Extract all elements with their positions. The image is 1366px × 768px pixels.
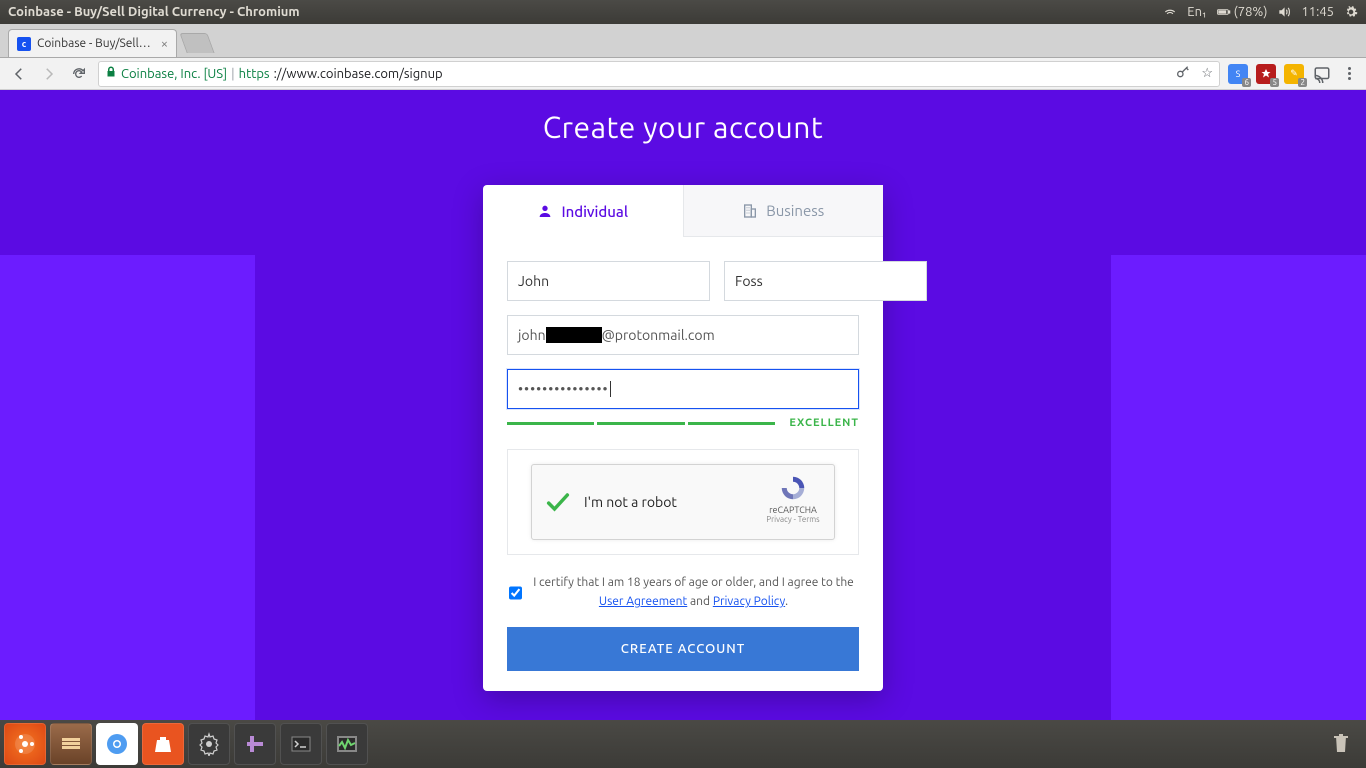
lock-icon <box>105 66 117 81</box>
browser-tab-active[interactable]: c Coinbase - Buy/Sell… × <box>8 29 177 57</box>
os-launcher <box>0 720 1366 768</box>
extension-icons: S6 5 ✎2 <box>1228 64 1332 84</box>
user-agreement-link[interactable]: User Agreement <box>599 595 687 608</box>
os-menubar: Coinbase - Buy/Sell Digital Currency - C… <box>0 0 1366 24</box>
files-icon[interactable] <box>50 723 92 765</box>
keyboard-lang[interactable]: En₁ <box>1187 5 1206 19</box>
tab-individual-label: Individual <box>561 203 628 220</box>
captcha-container: I'm not a robot reCAPTCHA Privacy - Term… <box>507 449 859 555</box>
extension-1[interactable]: S6 <box>1228 64 1248 84</box>
url-path: ://www.coinbase.com/signup <box>274 67 443 81</box>
extension-3[interactable]: ✎2 <box>1284 64 1304 84</box>
page-title: Create your account <box>0 90 1366 144</box>
decorative-right-block <box>1111 255 1366 720</box>
building-icon <box>742 203 758 219</box>
tab-individual[interactable]: Individual <box>483 185 683 237</box>
tab-close-icon[interactable]: × <box>161 37 168 51</box>
page-viewport: Create your account Individual Business … <box>0 90 1366 720</box>
new-tab-button[interactable] <box>179 33 214 53</box>
age-certify-row: I certify that I am 18 years of age or o… <box>507 573 859 611</box>
privacy-policy-link[interactable]: Privacy Policy <box>713 595 785 608</box>
gear-icon[interactable] <box>1344 5 1358 19</box>
tab-business[interactable]: Business <box>683 185 884 237</box>
dash-icon[interactable] <box>4 723 46 765</box>
recaptcha-widget[interactable]: I'm not a robot reCAPTCHA Privacy - Term… <box>531 464 835 540</box>
chromium-icon[interactable] <box>96 723 138 765</box>
signup-form: john@protonmail.com ••••••••••••••• EXCE… <box>483 237 883 691</box>
recaptcha-logo: reCAPTCHA Privacy - Terms <box>762 473 824 524</box>
tab-business-label: Business <box>766 202 824 219</box>
last-name-field[interactable] <box>724 261 927 301</box>
browser-toolbar: Coinbase, Inc. [US] | https://www.coinba… <box>0 58 1366 90</box>
captcha-checkmark-icon <box>544 488 572 516</box>
browser-tabstrip: c Coinbase - Buy/Sell… × <box>0 24 1366 58</box>
back-button[interactable] <box>8 63 30 85</box>
window-title: Coinbase - Buy/Sell Digital Currency - C… <box>8 5 1163 19</box>
email-field[interactable]: john@protonmail.com <box>507 315 859 355</box>
account-type-tabs: Individual Business <box>483 185 883 237</box>
cast-icon[interactable] <box>1312 64 1332 84</box>
wifi-icon[interactable] <box>1163 5 1177 19</box>
extension-2[interactable]: 5 <box>1256 64 1276 84</box>
decorative-left-block <box>0 255 255 720</box>
settings-app-icon[interactable] <box>188 723 230 765</box>
clock[interactable]: 11:45 <box>1301 5 1334 19</box>
text-cursor <box>610 381 611 397</box>
software-store-icon[interactable] <box>142 723 184 765</box>
chrome-menu-icon[interactable] <box>1340 67 1358 80</box>
forward-button[interactable] <box>38 63 60 85</box>
key-icon[interactable] <box>1175 64 1191 83</box>
strength-bar <box>507 422 775 425</box>
address-bar[interactable]: Coinbase, Inc. [US] | https://www.coinba… <box>98 61 1220 87</box>
redacted-block <box>546 327 602 343</box>
volume-icon[interactable] <box>1277 5 1291 19</box>
captcha-label: I'm not a robot <box>584 494 677 510</box>
certify-checkbox[interactable] <box>509 575 522 611</box>
password-field[interactable]: ••••••••••••••• <box>507 369 859 409</box>
signup-card: Individual Business john@protonmail.com … <box>483 185 883 691</box>
app-icon-6[interactable] <box>234 723 276 765</box>
strength-label: EXCELLENT <box>789 417 859 429</box>
create-account-button[interactable]: CREATE ACCOUNT <box>507 627 859 671</box>
person-icon <box>537 203 553 219</box>
terminal-icon[interactable] <box>280 723 322 765</box>
system-monitor-icon[interactable] <box>326 723 368 765</box>
ev-cert-label: Coinbase, Inc. [US] <box>121 67 227 81</box>
password-strength: EXCELLENT <box>507 417 859 429</box>
url-scheme: https <box>239 67 270 81</box>
reload-button[interactable] <box>68 63 90 85</box>
certify-text: I certify that I am 18 years of age or o… <box>530 573 857 611</box>
trash-icon[interactable] <box>1320 723 1362 765</box>
tab-title: Coinbase - Buy/Sell… <box>37 37 151 50</box>
bookmark-star-icon[interactable]: ☆ <box>1201 66 1213 81</box>
battery-indicator[interactable]: (78%) <box>1217 5 1268 19</box>
first-name-field[interactable] <box>507 261 710 301</box>
favicon-icon: c <box>17 37 31 51</box>
